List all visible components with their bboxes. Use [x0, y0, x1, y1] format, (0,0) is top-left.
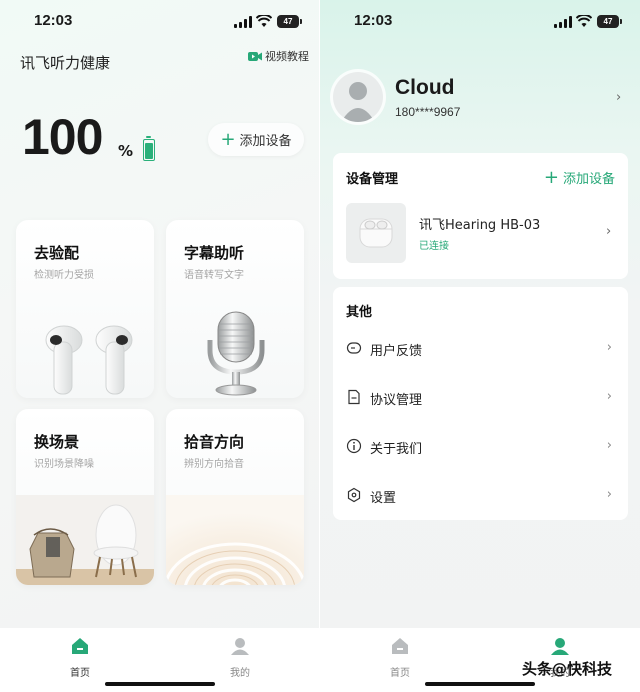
status-bar: 12:03 47 [0, 12, 320, 32]
wifi-icon [256, 15, 272, 27]
signal-icon [234, 16, 252, 28]
battery-indicator: 47 [277, 15, 302, 28]
status-time: 12:03 [34, 12, 73, 29]
menu-item-settings[interactable]: 设置 › [333, 480, 628, 510]
menu-item-agreements[interactable]: 协议管理 › [333, 382, 628, 412]
menu-item-about[interactable]: 关于我们 › [333, 431, 628, 461]
app-title: 讯飞听力健康 [20, 54, 111, 72]
menu-item-label: 设置 [370, 491, 397, 506]
room-scene-illustration [16, 495, 154, 585]
card-title: 去验配 [34, 244, 80, 262]
add-device-label: 添加设备 [239, 134, 292, 149]
username: Cloud [395, 76, 455, 99]
captions-card[interactable]: 字幕助听 语音转写文字 [166, 220, 304, 398]
chevron-right-icon: › [606, 487, 612, 502]
battery-level-unit: % [118, 142, 134, 160]
video-icon [248, 51, 262, 61]
other-section-title: 其他 [346, 305, 373, 320]
earbud-case-image [359, 218, 393, 248]
video-tutorial-label: 视频教程 [265, 50, 309, 63]
default-avatar-icon [333, 72, 383, 122]
signal-icon [554, 16, 572, 28]
battery-full-icon [143, 136, 155, 161]
tab-label: 首页 [70, 668, 90, 679]
tab-home[interactable]: 首页 [370, 636, 430, 679]
menu-item-label: 协议管理 [370, 393, 423, 408]
direction-card[interactable]: 拾音方向 辨别方向拾音 [166, 409, 304, 585]
info-icon [346, 438, 362, 454]
device-thumbnail[interactable] [346, 203, 406, 263]
card-title: 字幕助听 [184, 244, 245, 262]
feedback-icon [346, 342, 362, 354]
microphone-illustration [207, 311, 265, 396]
earbuds-illustration [45, 325, 133, 395]
device-management-panel: 设备管理 + 添加设备 讯飞Hearing HB-03 已连接 › [333, 153, 628, 279]
plus-icon: + [220, 128, 236, 150]
add-device-button[interactable]: + 添加设备 [208, 123, 304, 156]
device-chevron-icon[interactable]: › [606, 224, 611, 239]
card-title: 拾音方向 [184, 433, 245, 451]
tab-mine[interactable]: 我的 [210, 636, 270, 679]
tab-home[interactable]: 首页 [50, 636, 110, 679]
card-title: 换场景 [34, 433, 80, 451]
user-icon [551, 638, 569, 655]
profile-chevron-icon[interactable]: › [616, 90, 621, 105]
wifi-icon [576, 15, 592, 27]
status-time: 12:03 [354, 12, 393, 29]
chevron-right-icon: › [606, 389, 612, 404]
menu-item-label: 用户反馈 [370, 344, 423, 359]
device-status: 已连接 [419, 241, 449, 252]
device-name[interactable]: 讯飞Hearing HB-03 [419, 214, 540, 233]
home-indicator [425, 682, 535, 686]
tab-label: 我的 [230, 668, 250, 679]
phone-number: 180****9967 [395, 105, 461, 119]
settings-icon [347, 487, 361, 503]
fitting-card[interactable]: 去验配 检测听力受损 [16, 220, 154, 398]
document-icon [348, 389, 360, 405]
plus-icon: + [543, 166, 559, 188]
card-subtitle: 辨别方向拾音 [184, 459, 244, 470]
avatar[interactable] [333, 72, 383, 122]
user-icon [231, 638, 249, 655]
chevron-right-icon: › [606, 340, 612, 355]
tab-label: 首页 [390, 668, 410, 679]
chevron-right-icon: › [606, 438, 612, 453]
battery-level-value: 100 [22, 109, 103, 165]
scene-card[interactable]: 换场景 识别场景降噪 [16, 409, 154, 585]
menu-item-feedback[interactable]: 用户反馈 › [333, 333, 628, 363]
device-section-title: 设备管理 [346, 172, 399, 187]
status-bar: 12:03 47 [320, 12, 640, 32]
home-icon [72, 638, 88, 654]
card-subtitle: 检测听力受损 [34, 270, 94, 281]
add-device-link[interactable]: + 添加设备 [544, 168, 615, 187]
add-device-label: 添加设备 [562, 172, 615, 187]
watermark-text: 头条@快科技 [522, 660, 613, 678]
sound-ripple-illustration [166, 495, 304, 585]
other-panel: 其他 用户反馈 › 协议管理 › 关于我们 › 设置 › [333, 287, 628, 520]
home-icon [392, 638, 408, 654]
battery-indicator: 47 [597, 15, 622, 28]
menu-item-label: 关于我们 [370, 442, 423, 457]
video-tutorial-link[interactable]: 视频教程 [248, 48, 309, 64]
home-indicator [105, 682, 215, 686]
card-subtitle: 语音转写文字 [184, 270, 244, 281]
card-subtitle: 识别场景降噪 [34, 459, 94, 470]
home-screen: 12:03 47 讯飞听力健康 100 % + 添加设备 去验配 检测听力受损 … [0, 0, 320, 692]
